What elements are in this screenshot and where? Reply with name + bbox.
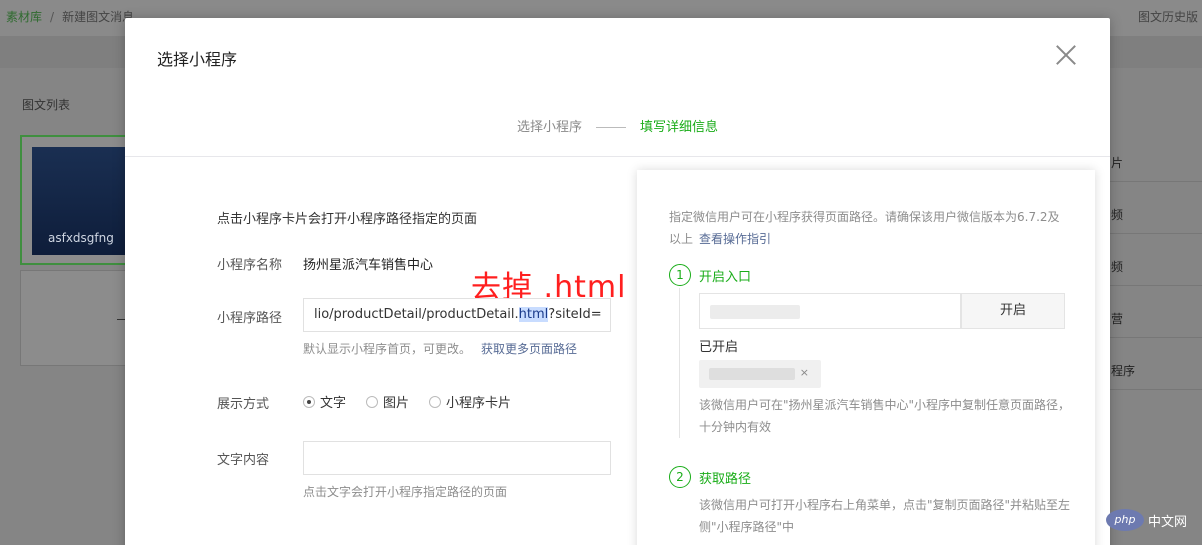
- radio-icon: [366, 395, 379, 408]
- radio-icon: [303, 395, 315, 408]
- path-prefix: lio/productDetail/productDetail.: [314, 307, 519, 322]
- radio-label: 文字: [320, 396, 347, 411]
- site-watermark: php 中文网: [1106, 506, 1196, 534]
- divider: [125, 156, 1110, 157]
- menu-item[interactable]: 频: [1105, 234, 1202, 286]
- path-help-panel: 指定微信用户可在小程序获得页面路径。请确保该用户微信版本为6.7.2及以上 查看操…: [637, 170, 1095, 545]
- radio-icon: [429, 395, 442, 408]
- redacted-value: [709, 368, 795, 380]
- radio-text[interactable]: 文字: [303, 392, 346, 411]
- path-suffix: ?siteId=: [548, 307, 602, 322]
- close-icon[interactable]: [1055, 44, 1077, 66]
- select-miniprogram-dialog: 选择小程序 选择小程序 填写详细信息 点击小程序卡片会打开小程序路径指定的页面 小…: [125, 18, 1110, 545]
- panel-arrow: [627, 358, 637, 378]
- path-label: 小程序路径: [217, 311, 283, 326]
- article-list-title: 图文列表: [22, 98, 71, 112]
- panel-intro: 指定微信用户可在小程序获得页面路径。请确保该用户微信版本为6.7.2及以上 查看操…: [669, 206, 1069, 250]
- menu-item[interactable]: 片: [1105, 130, 1202, 182]
- step-1-note: 该微信用户可在"扬州星派汽车销售中心"小程序中复制任意页面路径，十分钟内有效: [699, 398, 1071, 434]
- step-2-title: 获取路径: [699, 472, 752, 487]
- breadcrumb-current: 新建图文消息: [62, 10, 135, 24]
- php-logo: php: [1106, 509, 1144, 531]
- step-separator: [596, 127, 626, 128]
- path-selection: html: [518, 307, 549, 322]
- menu-item[interactable]: 频: [1105, 182, 1202, 234]
- history-link[interactable]: 图文历史版: [1138, 8, 1198, 25]
- path-input[interactable]: lio/productDetail/productDetail.html?sit…: [303, 298, 611, 332]
- article-thumbnail: asfxdsgfng: [32, 147, 128, 255]
- form-description: 点击小程序卡片会打开小程序路径指定的页面: [217, 212, 478, 227]
- article-card[interactable]: asfxdsgfng: [20, 135, 130, 265]
- wechat-id-input[interactable]: [699, 293, 961, 329]
- radio-image[interactable]: 图片: [366, 392, 409, 411]
- name-value: 扬州星派汽车销售中心: [303, 258, 434, 273]
- background-right-menu: 片 频 频 营 程序: [1105, 130, 1202, 390]
- name-label: 小程序名称: [217, 258, 283, 273]
- article-card-title: asfxdsgfng: [48, 231, 114, 245]
- display-mode-radio-group: 文字 图片 小程序卡片: [303, 392, 511, 411]
- operation-guide-link[interactable]: 查看操作指引: [699, 232, 771, 246]
- step-connector: [679, 288, 680, 438]
- open-button[interactable]: 开启: [961, 293, 1065, 329]
- watermark-text: 中文网: [1148, 514, 1188, 530]
- remove-icon[interactable]: ×: [800, 366, 809, 379]
- radio-label: 小程序卡片: [446, 396, 512, 411]
- step-fill-details: 填写详细信息: [640, 120, 719, 135]
- more-paths-link[interactable]: 获取更多页面路径: [481, 342, 577, 356]
- step-1-badge: 1: [669, 264, 691, 286]
- menu-item[interactable]: 营: [1105, 286, 1202, 338]
- breadcrumb: 素材库 / 新建图文消息: [6, 10, 135, 24]
- breadcrumb-library[interactable]: 素材库: [6, 10, 42, 24]
- radio-card[interactable]: 小程序卡片: [429, 392, 511, 411]
- step-indicator: 选择小程序 填写详细信息: [125, 116, 1110, 135]
- opened-label: 已开启: [699, 340, 739, 355]
- step-select-miniprogram: 选择小程序: [516, 120, 582, 135]
- step-2-note: 该微信用户可打开小程序右上角菜单，点击"复制页面路径"并粘贴至左侧"小程序路径"…: [699, 498, 1071, 534]
- redacted-value: [710, 305, 800, 319]
- text-content-input[interactable]: [303, 441, 611, 475]
- display-label: 展示方式: [217, 397, 270, 412]
- step-2-badge: 2: [669, 466, 691, 488]
- text-hint: 点击文字会打开小程序指定路径的页面: [303, 485, 508, 499]
- opened-user-chip: ×: [699, 360, 821, 388]
- dialog-title: 选择小程序: [157, 50, 238, 69]
- path-hint: 默认显示小程序首页，可更改。 获取更多页面路径: [303, 340, 577, 357]
- radio-label: 图片: [383, 396, 410, 411]
- menu-item[interactable]: 程序: [1105, 338, 1202, 390]
- text-label: 文字内容: [217, 453, 270, 468]
- step-1-title: 开启入口: [699, 270, 752, 285]
- add-article-card[interactable]: [20, 270, 130, 366]
- path-hint-text: 默认显示小程序首页，可更改。: [303, 342, 472, 356]
